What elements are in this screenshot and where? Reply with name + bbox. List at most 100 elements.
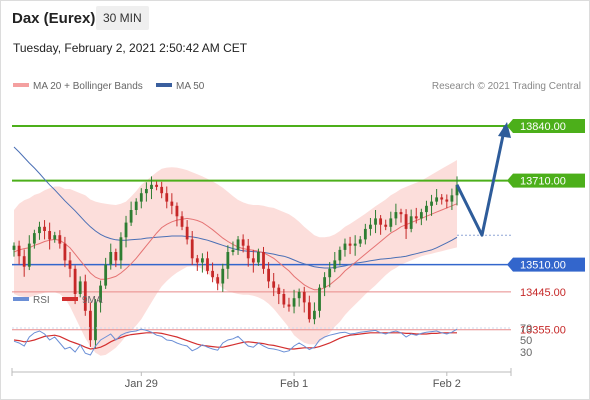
candle-body bbox=[129, 210, 133, 223]
candle-body bbox=[190, 239, 194, 259]
candle-body bbox=[165, 193, 169, 202]
candle-body bbox=[241, 239, 245, 246]
rsi-tick-label: 50 bbox=[520, 335, 532, 347]
research-credit: Research © 2021 Trading Central bbox=[432, 81, 581, 92]
x-tick-label: Feb 2 bbox=[433, 378, 461, 390]
candle-body bbox=[358, 239, 362, 244]
candle-body bbox=[180, 216, 184, 227]
candle-body bbox=[144, 189, 148, 194]
candle-body bbox=[363, 228, 367, 240]
rsi-tick-label: 30 bbox=[520, 347, 532, 359]
candle-body bbox=[292, 298, 296, 307]
level-label-3: 13445.00 bbox=[520, 287, 566, 299]
level-badges: 13840.0013710.0013510.0013445.0013355.00 bbox=[507, 119, 585, 337]
candle-body bbox=[32, 233, 36, 244]
projection-arrow bbox=[455, 122, 511, 237]
candle-body bbox=[353, 243, 357, 246]
candle-body bbox=[445, 199, 449, 202]
candle-body bbox=[78, 281, 82, 294]
candle-body bbox=[262, 252, 265, 269]
candle-body bbox=[226, 252, 230, 269]
candle-body bbox=[348, 243, 352, 246]
candle-body bbox=[404, 214, 408, 229]
candle-body bbox=[160, 186, 164, 194]
price-chart: MA 20 + Bollinger Bands MA 50 Research ©… bbox=[11, 81, 585, 390]
rsi-legend-label: RSI bbox=[33, 295, 50, 306]
candle-body bbox=[389, 218, 393, 227]
ma9-legend-swatch bbox=[62, 297, 78, 301]
candle-body bbox=[440, 197, 444, 200]
candle-body bbox=[139, 193, 143, 202]
candle-body bbox=[414, 216, 418, 219]
candle-body bbox=[12, 245, 16, 250]
candle-body bbox=[22, 256, 26, 267]
ma20-legend-swatch bbox=[13, 83, 29, 87]
candle-body bbox=[53, 235, 57, 240]
candle-body bbox=[251, 258, 255, 263]
level-label-1: 13710.00 bbox=[520, 176, 566, 188]
candle-body bbox=[287, 304, 291, 307]
candle-body bbox=[38, 226, 41, 234]
ma20-legend-label: MA 20 + Bollinger Bands bbox=[33, 81, 143, 92]
candle-body bbox=[313, 310, 316, 320]
candle-body bbox=[394, 212, 398, 219]
candle-body bbox=[246, 245, 250, 259]
candle-body bbox=[297, 291, 301, 299]
x-axis: Jan 29 Feb 1 Feb 2 bbox=[11, 368, 512, 390]
rsi-tick-label: 70 bbox=[520, 323, 532, 335]
candle-body bbox=[175, 205, 179, 217]
candle-body bbox=[267, 268, 270, 282]
candle-body bbox=[419, 212, 423, 219]
candle-body bbox=[302, 291, 306, 303]
candle-body bbox=[27, 243, 31, 267]
candle-body bbox=[134, 201, 138, 210]
candle-body bbox=[409, 216, 413, 229]
candle-body bbox=[104, 264, 108, 286]
candle-body bbox=[119, 237, 123, 261]
ma50-legend-swatch bbox=[156, 83, 172, 87]
ma9-legend-label: 9MA bbox=[82, 295, 103, 306]
candle-body bbox=[236, 239, 240, 250]
candle-body bbox=[88, 310, 92, 341]
candle-body bbox=[216, 277, 220, 284]
candle-body bbox=[124, 222, 128, 238]
candle-body bbox=[277, 287, 281, 294]
x-tick-label: Jan 29 bbox=[125, 378, 158, 390]
level-label-2: 13510.00 bbox=[520, 260, 566, 272]
level-badge-tip-2 bbox=[507, 257, 513, 272]
candle-body bbox=[109, 252, 113, 265]
candle-body bbox=[17, 245, 21, 257]
rsi-legend-swatch bbox=[13, 297, 29, 301]
candle-body bbox=[114, 252, 118, 261]
candle-body bbox=[63, 243, 67, 261]
candle-body bbox=[399, 212, 403, 215]
rsi-9ma-line bbox=[13, 332, 457, 350]
candle-body bbox=[430, 201, 433, 206]
candle-body bbox=[450, 195, 454, 202]
candle-body bbox=[374, 218, 377, 225]
candle-body bbox=[155, 184, 158, 187]
candle-body bbox=[68, 260, 72, 269]
candle-body bbox=[221, 268, 225, 284]
level-label-0: 13840.00 bbox=[520, 121, 566, 133]
candle-body bbox=[318, 287, 321, 311]
ma50-legend-label: MA 50 bbox=[176, 81, 205, 92]
candle-body bbox=[435, 197, 439, 202]
candle-body bbox=[43, 226, 46, 231]
candle-body bbox=[257, 252, 260, 263]
candle-body bbox=[201, 258, 204, 263]
x-tick-label: Feb 1 bbox=[280, 378, 308, 390]
candle-body bbox=[272, 281, 276, 288]
level-badge-tip-1 bbox=[507, 173, 513, 188]
candle-body bbox=[231, 249, 235, 252]
candle-body bbox=[58, 235, 62, 244]
candle-body bbox=[384, 224, 388, 227]
candle-body bbox=[48, 231, 52, 240]
candle-body bbox=[328, 268, 332, 278]
candle-body bbox=[150, 184, 153, 189]
candle-body bbox=[338, 249, 342, 261]
candle-body bbox=[195, 258, 199, 263]
candle-body bbox=[343, 243, 347, 250]
candle-body bbox=[333, 260, 337, 269]
candle-body bbox=[369, 224, 372, 229]
